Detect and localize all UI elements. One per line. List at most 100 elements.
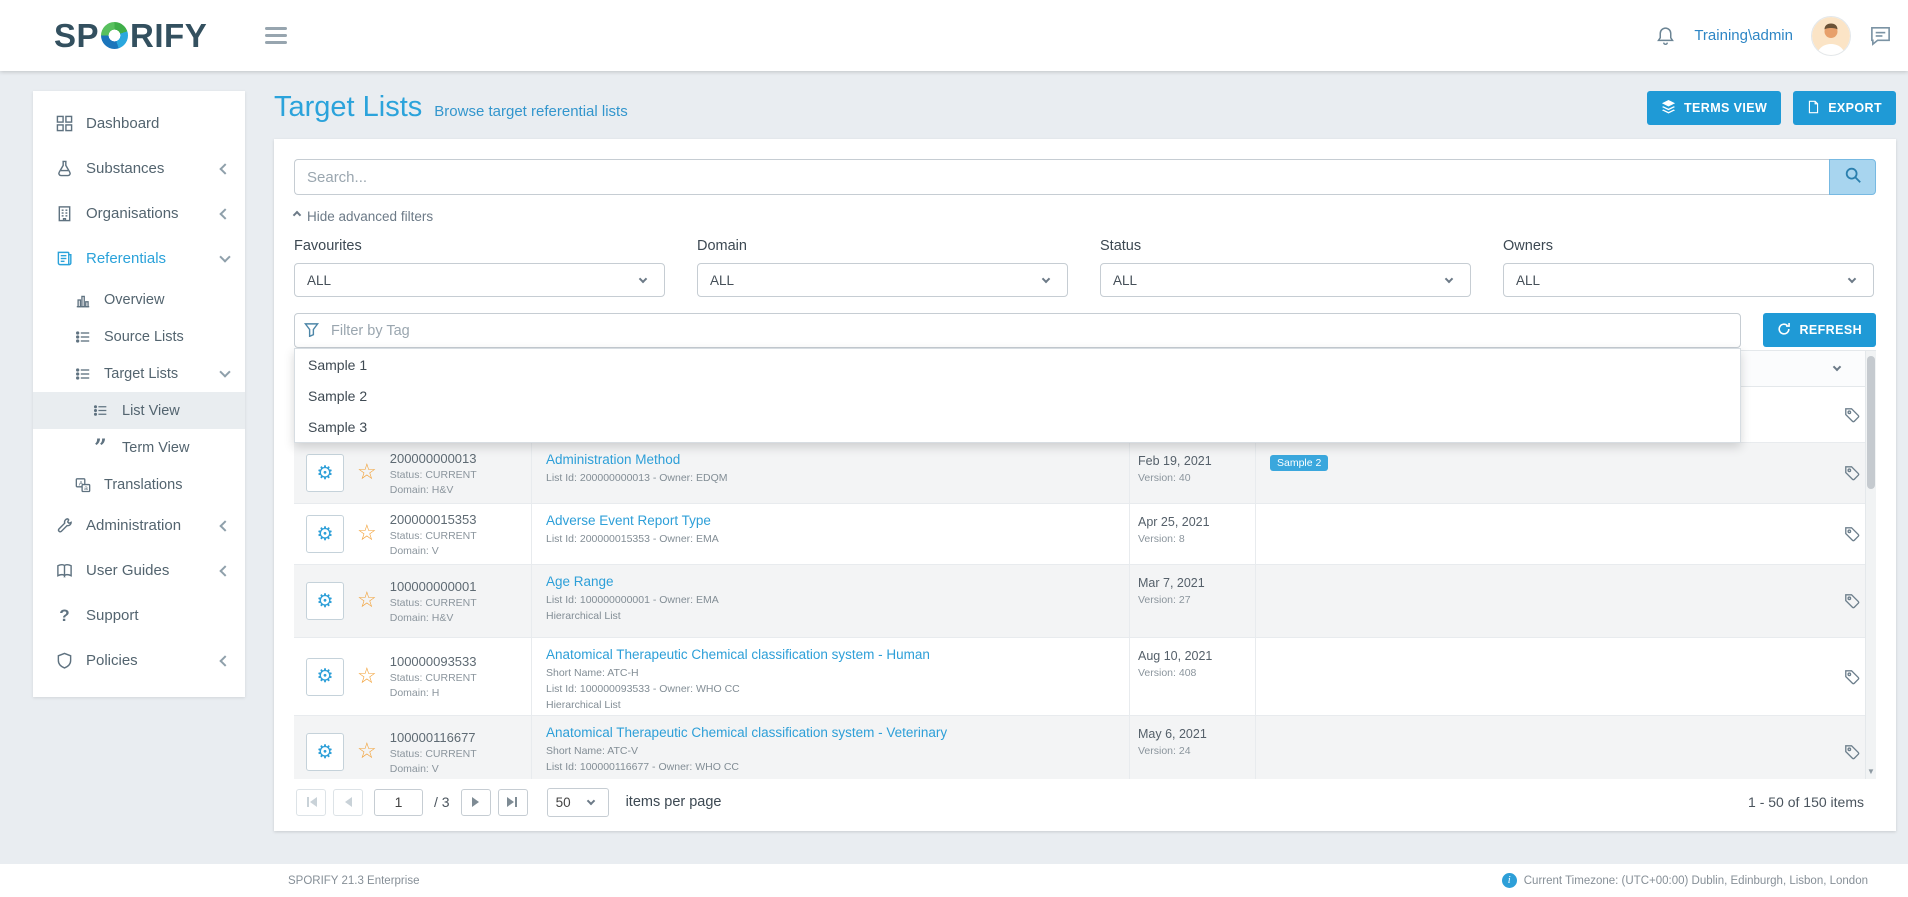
sidebar-item-support[interactable]: ? Support — [33, 593, 245, 638]
tag-icon[interactable] — [1844, 744, 1860, 760]
sidebar-item-dashboard[interactable]: Dashboard — [33, 101, 245, 146]
pager-next-button[interactable] — [461, 789, 491, 816]
notifications-bell-icon[interactable] — [1655, 25, 1676, 47]
refresh-button[interactable]: REFRESH — [1763, 313, 1876, 347]
pager-last-button[interactable] — [498, 789, 528, 816]
list-code: 100000116677 — [390, 730, 477, 745]
app-logo[interactable]: SPRIFY — [54, 17, 207, 55]
favourite-star-icon[interactable]: ☆ — [357, 740, 377, 762]
tag-icon[interactable] — [1844, 526, 1860, 542]
list-name-link[interactable]: Anatomical Therapeutic Chemical classifi… — [546, 725, 1119, 741]
row-settings-button[interactable]: ⚙ — [306, 658, 344, 696]
list-version: Version: 40 — [1138, 472, 1249, 484]
list-name-link[interactable]: Age Range — [546, 574, 1119, 590]
pager-first-button[interactable] — [296, 789, 326, 816]
bar-chart-icon — [73, 292, 92, 308]
list-domain: Domain: H&V — [390, 484, 477, 496]
list-version: Version: 408 — [1138, 667, 1249, 679]
seek-last-icon — [507, 797, 514, 807]
row-settings-button[interactable]: ⚙ — [306, 733, 344, 771]
list-status: Status: CURRENT — [390, 597, 477, 609]
favourite-star-icon[interactable]: ☆ — [357, 589, 377, 611]
items-per-page-label: items per page — [626, 794, 722, 810]
list-short-name: Short Name: ATC-H — [546, 667, 1119, 679]
list-hierarchical: Hierarchical List — [546, 699, 1119, 711]
svg-text:a: a — [84, 485, 88, 492]
filter-funnel-icon — [304, 322, 319, 342]
sidebar-item-term-view[interactable]: ” Term View — [33, 429, 245, 466]
search-icon — [1844, 166, 1862, 189]
favourites-filter: Favourites ALL — [294, 238, 665, 297]
domain-select[interactable]: ALL — [697, 263, 1068, 297]
row-settings-button[interactable]: ⚙ — [306, 582, 344, 620]
favourite-star-icon[interactable]: ☆ — [357, 461, 377, 483]
list-name-link[interactable]: Adverse Event Report Type — [546, 513, 1119, 529]
scrollbar-thumb[interactable] — [1867, 356, 1875, 489]
search-button[interactable] — [1829, 159, 1876, 195]
sidebar-item-user-guides[interactable]: User Guides — [33, 548, 245, 593]
filter-by-tag-input[interactable] — [294, 313, 1741, 348]
app-version: SPORIFY 21.3 Enterprise — [288, 875, 419, 887]
pager-page-input[interactable] — [374, 789, 423, 816]
tag-option[interactable]: Sample 2 — [295, 380, 1740, 411]
sidebar-item-source-lists[interactable]: Source Lists — [33, 318, 245, 355]
search-input[interactable] — [294, 159, 1829, 195]
list-icon — [73, 329, 92, 345]
sidebar-item-list-view[interactable]: List View — [33, 392, 245, 429]
list-name-link[interactable]: Administration Method — [546, 452, 1119, 468]
user-avatar[interactable] — [1811, 16, 1851, 56]
export-button[interactable]: EXPORT — [1793, 91, 1896, 125]
owners-select[interactable]: ALL — [1503, 263, 1874, 297]
favourite-star-icon[interactable]: ☆ — [357, 522, 377, 544]
document-icon — [1807, 100, 1820, 117]
menu-toggle-icon[interactable] — [265, 27, 287, 44]
hide-advanced-filters-toggle[interactable]: Hide advanced filters — [294, 207, 433, 226]
table-row: ⚙ ☆ 200000000013 Status: CURRENT Domain:… — [294, 443, 1876, 504]
favourites-select[interactable]: ALL — [294, 263, 665, 297]
tag-icon[interactable] — [1844, 593, 1860, 609]
table-row: ⚙ ☆ 200000015353 Status: CURRENT Domain:… — [294, 504, 1876, 565]
chevron-down-icon — [1445, 274, 1453, 282]
dashboard-icon — [55, 115, 74, 132]
list-code: 100000000001 — [390, 579, 477, 594]
tag-icon[interactable] — [1844, 465, 1860, 481]
terms-view-button[interactable]: TERMS VIEW — [1647, 91, 1781, 125]
sidebar-item-referentials[interactable]: Referentials — [33, 236, 245, 281]
gear-icon: ⚙ — [316, 665, 333, 688]
table-scrollbar[interactable]: ▼ — [1865, 351, 1876, 779]
page-title: Target Lists — [274, 91, 422, 124]
status-select[interactable]: ALL — [1100, 263, 1471, 297]
tag-option[interactable]: Sample 1 — [295, 349, 1740, 380]
sidebar-item-substances[interactable]: Substances — [33, 146, 245, 191]
tag-icon[interactable] — [1844, 407, 1860, 423]
owners-filter: Owners ALL — [1503, 238, 1874, 297]
sidebar-item-overview[interactable]: Overview — [33, 281, 245, 318]
tag-icon[interactable] — [1844, 669, 1860, 685]
sidebar-item-translations[interactable]: Aa Translations — [33, 466, 245, 503]
status-filter: Status ALL — [1100, 238, 1471, 297]
sidebar-item-target-lists[interactable]: Target Lists — [33, 355, 245, 392]
sidebar-item-policies[interactable]: Policies — [33, 638, 245, 683]
current-user[interactable]: Training\admin — [1694, 27, 1793, 44]
favourite-star-icon[interactable]: ☆ — [357, 665, 377, 687]
pager-prev-button[interactable] — [333, 789, 363, 816]
list-domain: Domain: H&V — [390, 612, 477, 624]
list-id-owner: List Id: 100000116677 - Owner: WHO CC — [546, 761, 1119, 773]
list-status: Status: CURRENT — [390, 530, 477, 542]
list-date: Apr 25, 2021 — [1138, 515, 1249, 529]
row-settings-button[interactable]: ⚙ — [306, 515, 344, 553]
gear-icon: ⚙ — [316, 462, 333, 485]
column-menu-caret-icon[interactable] — [1833, 363, 1841, 371]
sidebar-item-organisations[interactable]: Organisations — [33, 191, 245, 236]
logo-text-pre: SP — [54, 17, 99, 55]
tag-option[interactable]: Sample 3 — [295, 411, 1740, 442]
page-size-select[interactable]: 50 — [547, 788, 609, 817]
scroll-down-icon[interactable]: ▼ — [1866, 767, 1876, 776]
chevron-left-icon — [219, 565, 230, 576]
table-body: ⚙ ☆ 200000000013 Status: CURRENT Domain:… — [294, 387, 1876, 779]
sidebar-item-administration[interactable]: Administration — [33, 503, 245, 548]
chevron-down-icon — [219, 251, 230, 262]
row-settings-button[interactable]: ⚙ — [306, 454, 344, 492]
list-name-link[interactable]: Anatomical Therapeutic Chemical classifi… — [546, 647, 1119, 663]
chat-icon[interactable] — [1869, 24, 1892, 47]
